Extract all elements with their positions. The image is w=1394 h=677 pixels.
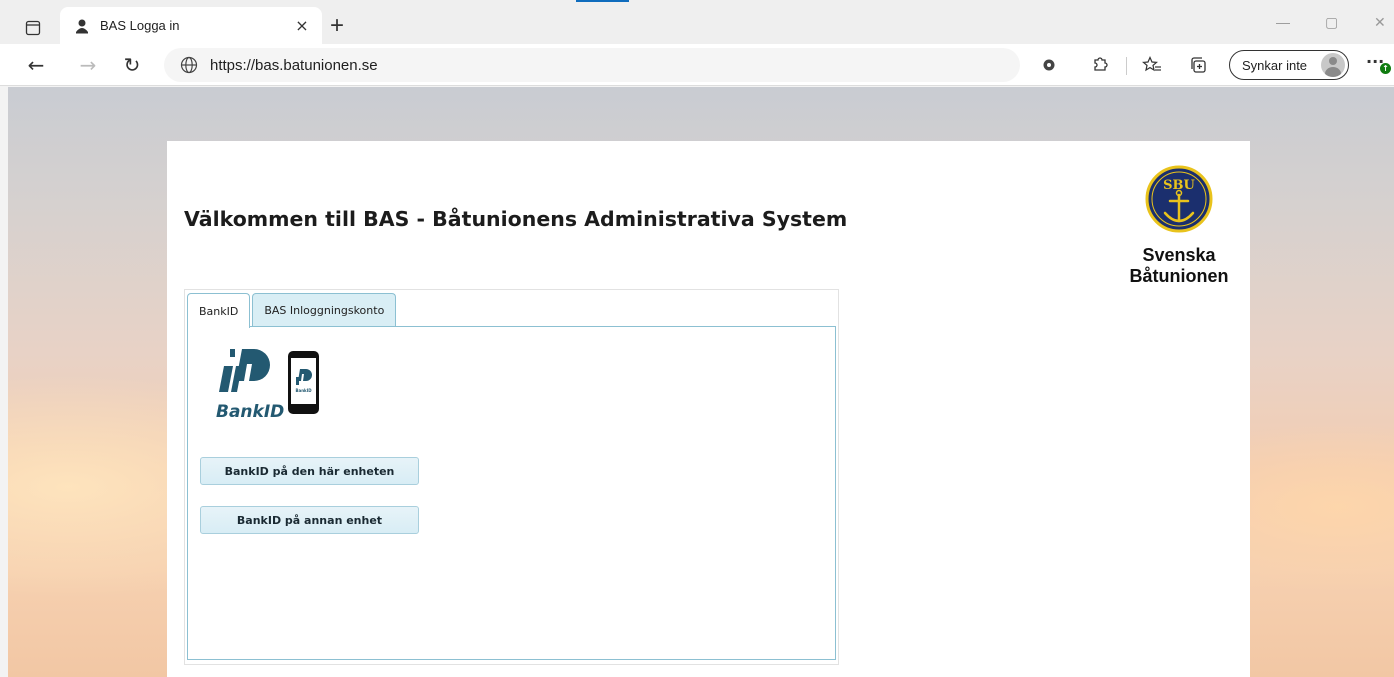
tab-actions-button[interactable] — [18, 14, 48, 42]
logo-line-2: Båtunionen — [1129, 266, 1229, 286]
bankid-logo-text: BankID — [216, 402, 284, 419]
globe-icon — [180, 56, 198, 74]
collections-icon[interactable] — [1187, 54, 1209, 76]
close-tab-icon[interactable]: × — [292, 16, 312, 35]
url-text: https://bas.batunionen.se — [210, 56, 378, 74]
close-window-button[interactable]: ✕ — [1374, 14, 1386, 31]
loading-indicator — [576, 0, 629, 2]
page-viewport: Välkommen till BAS - Båtunionens Adminis… — [8, 87, 1394, 677]
reload-button[interactable]: ↻ — [118, 52, 146, 78]
extensions-icon[interactable] — [1089, 54, 1111, 76]
avatar — [1321, 53, 1345, 77]
bankid-phone-text: BankID — [295, 388, 312, 393]
bankid-icon: BankID BankID — [216, 349, 319, 422]
login-tabs: BankID BAS Inloggningskonto BankID BankI… — [184, 289, 839, 665]
browser-tab[interactable]: BAS Logga in × — [60, 7, 322, 44]
bankid-tab-panel: BankID BankID BankID på den här enheten … — [187, 326, 836, 660]
tab-actions-icon — [25, 20, 41, 36]
settings-more-button[interactable]: ··· ↑ — [1366, 52, 1392, 78]
bankid-this-device-button[interactable]: BankID på den här enheten — [200, 457, 419, 485]
sbu-emblem-icon: SBU — [1145, 165, 1213, 233]
login-panel: Välkommen till BAS - Båtunionens Adminis… — [167, 141, 1250, 677]
tab-strip: BAS Logga in × + — ▢ ✕ — [0, 0, 1394, 44]
logo-line-1: Svenska — [1142, 245, 1216, 265]
tab-bankid[interactable]: BankID — [187, 293, 251, 328]
address-bar[interactable]: https://bas.batunionen.se — [164, 48, 1020, 82]
maximize-button[interactable]: ▢ — [1325, 14, 1338, 31]
bankid-logo: BankID BankID — [216, 349, 322, 422]
tab-bas-account[interactable]: BAS Inloggningskonto — [252, 293, 397, 327]
update-badge-icon: ↑ — [1380, 63, 1391, 74]
browser-toolbar: ← → ↻ https://bas.batunionen.se Synkar i… — [0, 44, 1394, 86]
sync-status-label: Synkar inte — [1242, 57, 1308, 73]
profile-sync-button[interactable]: Synkar inte — [1229, 50, 1349, 80]
tab-navigation: BankID BAS Inloggningskonto — [187, 293, 398, 328]
new-tab-button[interactable]: + — [330, 12, 344, 40]
tracking-prevention-icon[interactable] — [1038, 54, 1060, 76]
forward-button[interactable]: → — [74, 52, 102, 78]
user-favicon-icon — [76, 19, 88, 33]
sbu-logo: SBU Svenska Båtunionen — [1125, 159, 1233, 289]
minimize-button[interactable]: — — [1276, 14, 1290, 30]
back-button[interactable]: ← — [22, 52, 50, 78]
favorites-icon[interactable] — [1141, 54, 1163, 76]
bankid-other-device-button[interactable]: BankID på annan enhet — [200, 506, 419, 534]
page-title: Välkommen till BAS - Båtunionens Adminis… — [184, 207, 848, 231]
tab-title: BAS Logga in — [100, 18, 180, 33]
toolbar-separator — [1126, 57, 1127, 75]
